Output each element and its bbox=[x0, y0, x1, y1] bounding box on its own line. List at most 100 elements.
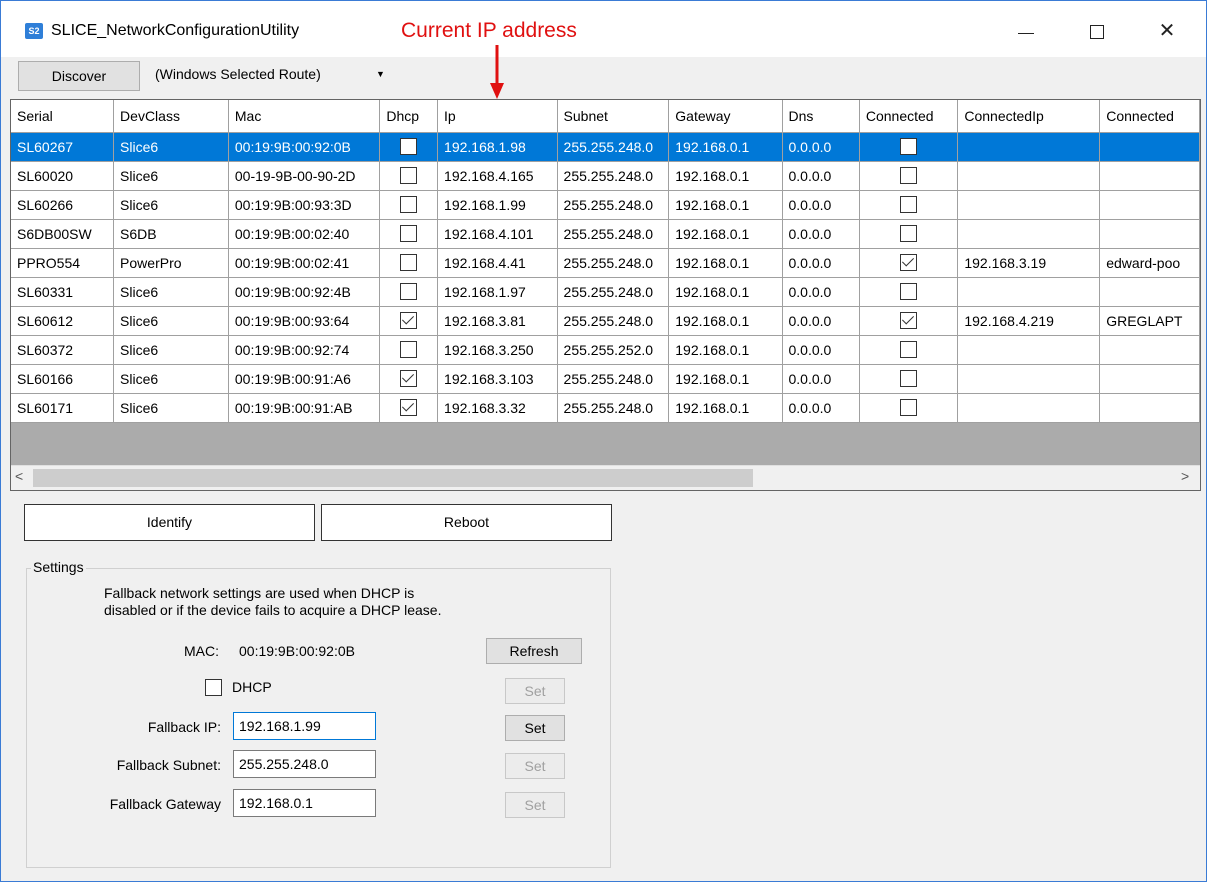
table-row[interactable]: SL60612 Slice6 00:19:9B:00:93:64 192.168.3.… bbox=[11, 306, 1200, 336]
subnet-cell: 255.255.248.0 bbox=[557, 277, 670, 307]
table-row[interactable]: SL60166 Slice6 00:19:9B:00:91:A6 192.168.3.… bbox=[11, 364, 1200, 394]
connected-cell bbox=[859, 364, 959, 394]
subnet-cell: 255.255.248.0 bbox=[557, 306, 670, 336]
connected-name-cell bbox=[1099, 335, 1200, 365]
fallback-subnet-input[interactable]: 255.255.248.0 bbox=[233, 750, 376, 778]
table-row[interactable]: SL60331 Slice6 00:19:9B:00:92:4B 192.168.1.… bbox=[11, 277, 1200, 307]
connected-checkbox[interactable] bbox=[900, 196, 918, 214]
route-select[interactable]: (Windows Selected Route) ▼ bbox=[151, 59, 396, 89]
devclass-cell: Slice6 bbox=[113, 190, 229, 220]
dhcp-checkbox[interactable] bbox=[400, 138, 418, 156]
devclass-cell: Slice6 bbox=[113, 277, 229, 307]
table-row[interactable]: SL60171 Slice6 00:19:9B:00:91:AB 192.168.3.… bbox=[11, 393, 1200, 423]
table-row[interactable]: PPRO554 PowerPro 00:19:9B:00:02:41 192.168.… bbox=[11, 248, 1200, 278]
mac-cell: 00:19:9B:00:91:A6 bbox=[228, 364, 381, 394]
connected-checkbox[interactable] bbox=[900, 370, 918, 388]
column-header[interactable]: Subnet bbox=[557, 100, 670, 133]
connected-cell bbox=[859, 132, 959, 162]
scroll-right-icon[interactable]: > bbox=[1181, 468, 1189, 484]
fallback-gateway-input[interactable]: 192.168.0.1 bbox=[233, 789, 376, 817]
subnet-cell: 255.255.248.0 bbox=[557, 364, 670, 394]
mac-cell: 00:19:9B:00:93:64 bbox=[228, 306, 381, 336]
mac-cell: 00:19:9B:00:92:4B bbox=[228, 277, 381, 307]
minimize-button[interactable] bbox=[1006, 15, 1046, 47]
dhcp-checkbox[interactable] bbox=[400, 283, 418, 301]
dhcp-checkbox[interactable] bbox=[400, 341, 418, 359]
connected-ip-cell bbox=[957, 277, 1101, 307]
maximize-button[interactable] bbox=[1077, 15, 1117, 47]
connected-cell bbox=[859, 393, 959, 423]
serial-cell: SL60166 bbox=[11, 364, 115, 394]
column-header[interactable]: Serial bbox=[11, 100, 115, 133]
dhcp-checkbox[interactable] bbox=[400, 196, 418, 214]
devclass-cell: Slice6 bbox=[113, 306, 229, 336]
dhcp-checkbox[interactable] bbox=[400, 312, 418, 330]
dhcp-checkbox[interactable] bbox=[400, 399, 418, 417]
subnet-cell: 255.255.248.0 bbox=[557, 219, 670, 249]
table-row[interactable]: SL60372 Slice6 00:19:9B:00:92:74 192.168.3.… bbox=[11, 335, 1200, 365]
connected-checkbox[interactable] bbox=[900, 341, 918, 359]
connected-checkbox[interactable] bbox=[900, 399, 918, 417]
title-bar[interactable]: S2 SLICE_NetworkConfigurationUtility ✕ bbox=[1, 1, 1206, 57]
column-header[interactable]: Ip bbox=[437, 100, 558, 133]
set-fallback-ip-button[interactable]: Set bbox=[505, 715, 565, 741]
dhcp-checkbox[interactable] bbox=[205, 679, 222, 696]
mac-cell: 00:19:9B:00:92:74 bbox=[228, 335, 381, 365]
fallback-ip-input[interactable]: 192.168.1.99 bbox=[233, 712, 376, 740]
horizontal-scrollbar[interactable]: < > bbox=[11, 465, 1200, 490]
dhcp-cell bbox=[379, 306, 439, 336]
table-row[interactable]: SL60020 Slice6 00-19-9B-00-90-2D 192.168.4.… bbox=[11, 161, 1200, 191]
gateway-cell: 192.168.0.1 bbox=[668, 132, 783, 162]
ip-cell: 192.168.3.81 bbox=[437, 306, 558, 336]
connected-checkbox[interactable] bbox=[900, 138, 918, 156]
serial-cell: SL60372 bbox=[11, 335, 115, 365]
app-icon: S2 bbox=[25, 23, 43, 39]
scrollbar-thumb[interactable] bbox=[33, 469, 753, 487]
dhcp-checkbox[interactable] bbox=[400, 254, 418, 272]
devclass-cell: PowerPro bbox=[113, 248, 229, 278]
discover-button[interactable]: Discover bbox=[18, 61, 140, 91]
column-header[interactable]: Connected bbox=[1099, 100, 1200, 133]
mac-cell: 00:19:9B:00:02:40 bbox=[228, 219, 381, 249]
table-row[interactable]: S6DB00SW S6DB 00:19:9B:00:02:40 192.168.4.1… bbox=[11, 219, 1200, 249]
dhcp-checkbox[interactable] bbox=[400, 225, 418, 243]
dns-cell: 0.0.0.0 bbox=[782, 132, 860, 162]
column-header[interactable]: ConnectedIp bbox=[957, 100, 1101, 133]
column-header[interactable]: Connected bbox=[859, 100, 959, 133]
column-header[interactable]: DevClass bbox=[113, 100, 229, 133]
scroll-left-icon[interactable]: < bbox=[15, 468, 23, 484]
set-fallback-subnet-button[interactable]: Set bbox=[505, 753, 565, 779]
connected-checkbox[interactable] bbox=[900, 312, 918, 330]
close-button[interactable]: ✕ bbox=[1147, 15, 1187, 47]
column-header[interactable]: Gateway bbox=[668, 100, 783, 133]
table-row[interactable]: SL60267 Slice6 00:19:9B:00:92:0B 192.168.1.… bbox=[11, 132, 1200, 162]
reboot-button[interactable]: Reboot bbox=[321, 504, 612, 541]
table-row[interactable]: SL60266 Slice6 00:19:9B:00:93:3D 192.168.1.… bbox=[11, 190, 1200, 220]
set-fallback-gateway-button[interactable]: Set bbox=[505, 792, 565, 818]
ip-cell: 192.168.3.32 bbox=[437, 393, 558, 423]
connected-checkbox[interactable] bbox=[900, 167, 918, 185]
connected-checkbox[interactable] bbox=[900, 225, 918, 243]
connected-checkbox[interactable] bbox=[900, 254, 918, 272]
dhcp-checkbox[interactable] bbox=[400, 167, 418, 185]
fallback-ip-label: Fallback IP: bbox=[147, 719, 221, 735]
devclass-cell: Slice6 bbox=[113, 132, 229, 162]
maximize-icon bbox=[1090, 24, 1104, 39]
connected-name-cell bbox=[1099, 364, 1200, 394]
device-grid[interactable]: Serial DevClass Mac Dhcp Ip Subnet Gateway Dns C… bbox=[10, 99, 1201, 491]
connected-checkbox[interactable] bbox=[900, 283, 918, 301]
dhcp-label: DHCP bbox=[232, 679, 272, 695]
identify-button[interactable]: Identify bbox=[24, 504, 315, 541]
dhcp-cell bbox=[379, 335, 439, 365]
dhcp-cell bbox=[379, 248, 439, 278]
subnet-cell: 255.255.248.0 bbox=[557, 161, 670, 191]
ip-cell: 192.168.4.41 bbox=[437, 248, 558, 278]
column-header[interactable]: Dns bbox=[782, 100, 860, 133]
serial-cell: SL60020 bbox=[11, 161, 115, 191]
dhcp-checkbox[interactable] bbox=[400, 370, 418, 388]
column-header[interactable]: Dhcp bbox=[379, 100, 439, 133]
column-header[interactable]: Mac bbox=[228, 100, 381, 133]
refresh-button[interactable]: Refresh bbox=[486, 638, 582, 664]
set-dhcp-button[interactable]: Set bbox=[505, 678, 565, 704]
subnet-cell: 255.255.248.0 bbox=[557, 393, 670, 423]
